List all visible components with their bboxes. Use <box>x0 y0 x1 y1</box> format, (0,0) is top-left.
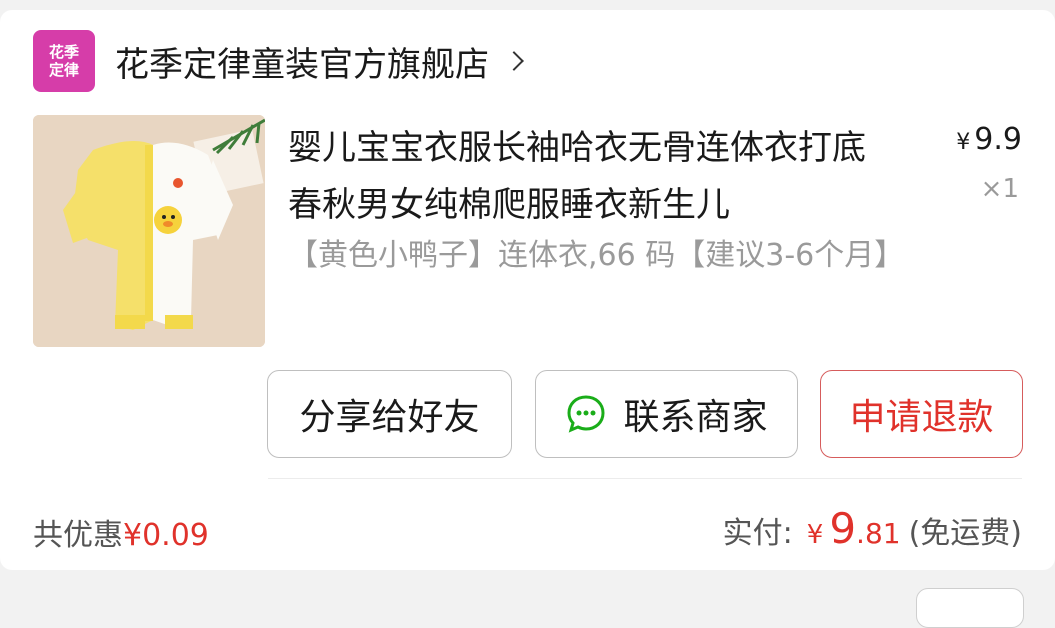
paid-summary: 实付: ¥ 9 .81 (免运费) <box>723 504 1022 553</box>
share-button-label: 分享给好友 <box>299 397 480 438</box>
paid-decimal: .81 <box>856 517 901 550</box>
contact-seller-button[interactable]: 联系商家 <box>535 370 798 458</box>
product-quantity: ×1 <box>980 174 1019 204</box>
product-title[interactable]: 婴儿宝宝衣服长袖哈衣无骨连体衣打底春秋男女纯棉爬服睡衣新生儿 <box>288 120 888 234</box>
romper-illustration <box>33 115 265 347</box>
paid-currency: ¥ <box>806 520 824 550</box>
chevron-right-icon[interactable] <box>504 51 524 71</box>
discount-summary: 共优惠¥0.09 <box>33 510 209 554</box>
shop-logo: 花季 定律 <box>33 30 95 92</box>
product-image[interactable] <box>33 115 265 347</box>
discount-label: 共优惠 <box>33 518 123 553</box>
price-currency: ¥ <box>956 130 971 155</box>
paid-label: 实付: <box>722 516 793 551</box>
price-value: 9.9 <box>974 122 1022 157</box>
shipping-note: (免运费) <box>908 516 1022 551</box>
paid-integer: 9 <box>829 504 857 553</box>
next-card-button-partial[interactable] <box>916 588 1024 628</box>
contact-button-label: 联系商家 <box>623 397 768 438</box>
refund-button-label: 申请退款 <box>849 397 994 438</box>
shop-header[interactable]: 花季 定律 花季定律童装官方旗舰店 <box>33 30 524 92</box>
order-card: 花季 定律 花季定律童装官方旗舰店 婴儿宝宝衣服长袖哈衣无骨连体衣打底春秋男女纯… <box>0 10 1055 570</box>
share-button[interactable]: 分享给好友 <box>267 370 512 458</box>
shop-name[interactable]: 花季定律童装官方旗舰店 <box>115 37 489 86</box>
chat-bubble-icon <box>567 395 605 433</box>
product-spec: 【黄色小鸭子】连体衣,66 码【建议3-6个月】 <box>288 238 905 273</box>
refund-button[interactable]: 申请退款 <box>820 370 1023 458</box>
product-price: ¥9.9 <box>956 122 1022 157</box>
divider <box>268 478 1022 479</box>
discount-amount: ¥0.09 <box>123 518 209 553</box>
